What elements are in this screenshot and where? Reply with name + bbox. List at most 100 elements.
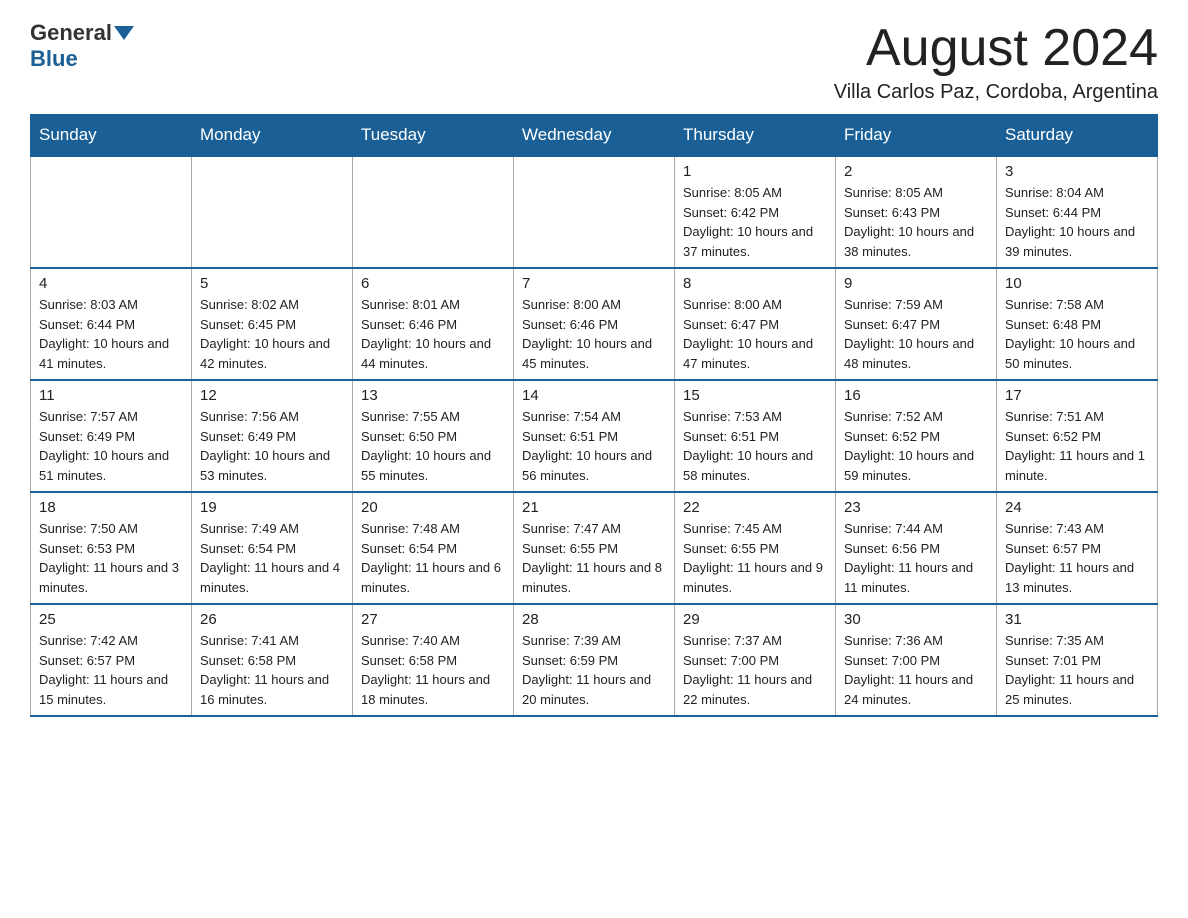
- day-cell: [514, 156, 675, 268]
- day-cell: 25Sunrise: 7:42 AM Sunset: 6:57 PM Dayli…: [31, 604, 192, 716]
- day-info: Sunrise: 7:39 AM Sunset: 6:59 PM Dayligh…: [522, 631, 666, 709]
- day-number: 31: [1005, 611, 1149, 628]
- day-cell: 11 Sunrise: 7:57 AM Sunset: 6:49 PM Dayli…: [31, 380, 192, 492]
- day-info: Sunrise: 7:45 AM Sunset: 6:55 PM Dayligh…: [683, 519, 827, 597]
- day-number: 23: [844, 499, 988, 516]
- day-cell: 3 Sunrise: 8:04 AM Sunset: 6:44 PM Daylig…: [997, 156, 1158, 268]
- day-cell: 6 Sunrise: 8:01 AM Sunset: 6:46 PM Daylig…: [353, 268, 514, 380]
- header-row: Sunday Monday Tuesday Wednesday Thursday…: [31, 115, 1158, 157]
- day-cell: 19Sunrise: 7:49 AM Sunset: 6:54 PM Dayli…: [192, 492, 353, 604]
- day-cell: 28 Sunrise: 7:39 AM Sunset: 6:59 PM Dayli…: [514, 604, 675, 716]
- day-number: 16: [844, 387, 988, 404]
- day-info: Sunrise: 8:05 AM Sunset: 6:42 PM Dayligh…: [683, 183, 827, 261]
- day-cell: 17 Sunrise: 7:51 AM Sunset: 6:52 PM Dayli…: [997, 380, 1158, 492]
- logo-blue-text: Blue: [30, 46, 78, 71]
- day-cell: [31, 156, 192, 268]
- day-number: 14: [522, 387, 666, 404]
- day-cell: 20 Sunrise: 7:48 AM Sunset: 6:54 PM Dayli…: [353, 492, 514, 604]
- day-info: Sunrise: 7:35 AM Sunset: 7:01 PM Dayligh…: [1005, 631, 1149, 709]
- day-number: 7: [522, 275, 666, 292]
- col-tuesday: Tuesday: [353, 115, 514, 157]
- day-info: Sunrise: 7:51 AM Sunset: 6:52 PM Dayligh…: [1005, 407, 1149, 485]
- day-info: Sunrise: 7:36 AM Sunset: 7:00 PM Dayligh…: [844, 631, 988, 709]
- day-number: 25: [39, 611, 183, 628]
- day-number: 21: [522, 499, 666, 516]
- day-info: Sunrise: 7:37 AM Sunset: 7:00 PM Dayligh…: [683, 631, 827, 709]
- day-info: Sunrise: 8:04 AM Sunset: 6:44 PM Dayligh…: [1005, 183, 1149, 261]
- week-row-5: 25Sunrise: 7:42 AM Sunset: 6:57 PM Dayli…: [31, 604, 1158, 716]
- day-info: Sunrise: 8:00 AM Sunset: 6:46 PM Dayligh…: [522, 295, 666, 373]
- day-cell: 18 Sunrise: 7:50 AM Sunset: 6:53 PM Dayli…: [31, 492, 192, 604]
- day-cell: 30 Sunrise: 7:36 AM Sunset: 7:00 PM Dayli…: [836, 604, 997, 716]
- day-info: Sunrise: 8:05 AM Sunset: 6:43 PM Dayligh…: [844, 183, 988, 261]
- day-number: 17: [1005, 387, 1149, 404]
- day-cell: [353, 156, 514, 268]
- day-info: Sunrise: 7:56 AM Sunset: 6:49 PM Dayligh…: [200, 407, 344, 485]
- day-number: 22: [683, 499, 827, 516]
- col-monday: Monday: [192, 115, 353, 157]
- day-number: 24: [1005, 499, 1149, 516]
- day-cell: 7 Sunrise: 8:00 AM Sunset: 6:46 PM Daylig…: [514, 268, 675, 380]
- page-header: General Blue August 2024 Villa Carlos Pa…: [30, 20, 1158, 104]
- day-cell: [192, 156, 353, 268]
- day-number: 28: [522, 611, 666, 628]
- day-number: 29: [683, 611, 827, 628]
- day-info: Sunrise: 7:44 AM Sunset: 6:56 PM Dayligh…: [844, 519, 988, 597]
- day-number: 26: [200, 611, 344, 628]
- day-info: Sunrise: 7:40 AM Sunset: 6:58 PM Dayligh…: [361, 631, 505, 709]
- day-cell: 21Sunrise: 7:47 AM Sunset: 6:55 PM Dayli…: [514, 492, 675, 604]
- day-cell: 1 Sunrise: 8:05 AM Sunset: 6:42 PM Daylig…: [675, 156, 836, 268]
- day-cell: 15 Sunrise: 7:53 AM Sunset: 6:51 PM Dayli…: [675, 380, 836, 492]
- calendar-table: Sunday Monday Tuesday Wednesday Thursday…: [30, 114, 1158, 717]
- day-info: Sunrise: 7:58 AM Sunset: 6:48 PM Dayligh…: [1005, 295, 1149, 373]
- day-info: Sunrise: 7:57 AM Sunset: 6:49 PM Dayligh…: [39, 407, 183, 485]
- day-cell: 13 Sunrise: 7:55 AM Sunset: 6:50 PM Dayli…: [353, 380, 514, 492]
- col-saturday: Saturday: [997, 115, 1158, 157]
- day-info: Sunrise: 7:52 AM Sunset: 6:52 PM Dayligh…: [844, 407, 988, 485]
- logo: General Blue: [30, 20, 136, 72]
- col-friday: Friday: [836, 115, 997, 157]
- logo-arrow-icon: [114, 26, 134, 40]
- day-cell: 9 Sunrise: 7:59 AM Sunset: 6:47 PM Daylig…: [836, 268, 997, 380]
- day-cell: 2Sunrise: 8:05 AM Sunset: 6:43 PM Daylig…: [836, 156, 997, 268]
- day-info: Sunrise: 7:41 AM Sunset: 6:58 PM Dayligh…: [200, 631, 344, 709]
- day-info: Sunrise: 8:01 AM Sunset: 6:46 PM Dayligh…: [361, 295, 505, 373]
- day-cell: 16 Sunrise: 7:52 AM Sunset: 6:52 PM Dayli…: [836, 380, 997, 492]
- day-cell: 8 Sunrise: 8:00 AM Sunset: 6:47 PM Daylig…: [675, 268, 836, 380]
- day-cell: 27Sunrise: 7:40 AM Sunset: 6:58 PM Dayli…: [353, 604, 514, 716]
- day-info: Sunrise: 8:02 AM Sunset: 6:45 PM Dayligh…: [200, 295, 344, 373]
- day-number: 18: [39, 499, 183, 516]
- day-info: Sunrise: 7:59 AM Sunset: 6:47 PM Dayligh…: [844, 295, 988, 373]
- day-cell: 4Sunrise: 8:03 AM Sunset: 6:44 PM Daylig…: [31, 268, 192, 380]
- day-number: 8: [683, 275, 827, 292]
- day-number: 3: [1005, 163, 1149, 180]
- day-info: Sunrise: 7:54 AM Sunset: 6:51 PM Dayligh…: [522, 407, 666, 485]
- day-info: Sunrise: 7:43 AM Sunset: 6:57 PM Dayligh…: [1005, 519, 1149, 597]
- day-number: 11: [39, 387, 183, 404]
- day-cell: 23 Sunrise: 7:44 AM Sunset: 6:56 PM Dayli…: [836, 492, 997, 604]
- day-info: Sunrise: 7:53 AM Sunset: 6:51 PM Dayligh…: [683, 407, 827, 485]
- day-cell: 29 Sunrise: 7:37 AM Sunset: 7:00 PM Dayli…: [675, 604, 836, 716]
- day-info: Sunrise: 7:48 AM Sunset: 6:54 PM Dayligh…: [361, 519, 505, 597]
- day-number: 5: [200, 275, 344, 292]
- day-info: Sunrise: 8:00 AM Sunset: 6:47 PM Dayligh…: [683, 295, 827, 373]
- day-cell: 5 Sunrise: 8:02 AM Sunset: 6:45 PM Daylig…: [192, 268, 353, 380]
- day-cell: 10Sunrise: 7:58 AM Sunset: 6:48 PM Dayli…: [997, 268, 1158, 380]
- day-number: 15: [683, 387, 827, 404]
- day-number: 9: [844, 275, 988, 292]
- day-number: 6: [361, 275, 505, 292]
- location: Villa Carlos Paz, Cordoba, Argentina: [834, 81, 1158, 104]
- day-cell: 31 Sunrise: 7:35 AM Sunset: 7:01 PM Dayli…: [997, 604, 1158, 716]
- day-number: 30: [844, 611, 988, 628]
- month-title: August 2024: [834, 20, 1158, 77]
- week-row-1: 1 Sunrise: 8:05 AM Sunset: 6:42 PM Daylig…: [31, 156, 1158, 268]
- day-number: 12: [200, 387, 344, 404]
- day-number: 1: [683, 163, 827, 180]
- day-info: Sunrise: 7:50 AM Sunset: 6:53 PM Dayligh…: [39, 519, 183, 597]
- day-cell: 26 Sunrise: 7:41 AM Sunset: 6:58 PM Dayli…: [192, 604, 353, 716]
- day-cell: 22 Sunrise: 7:45 AM Sunset: 6:55 PM Dayli…: [675, 492, 836, 604]
- col-wednesday: Wednesday: [514, 115, 675, 157]
- day-number: 13: [361, 387, 505, 404]
- day-info: Sunrise: 7:55 AM Sunset: 6:50 PM Dayligh…: [361, 407, 505, 485]
- day-number: 20: [361, 499, 505, 516]
